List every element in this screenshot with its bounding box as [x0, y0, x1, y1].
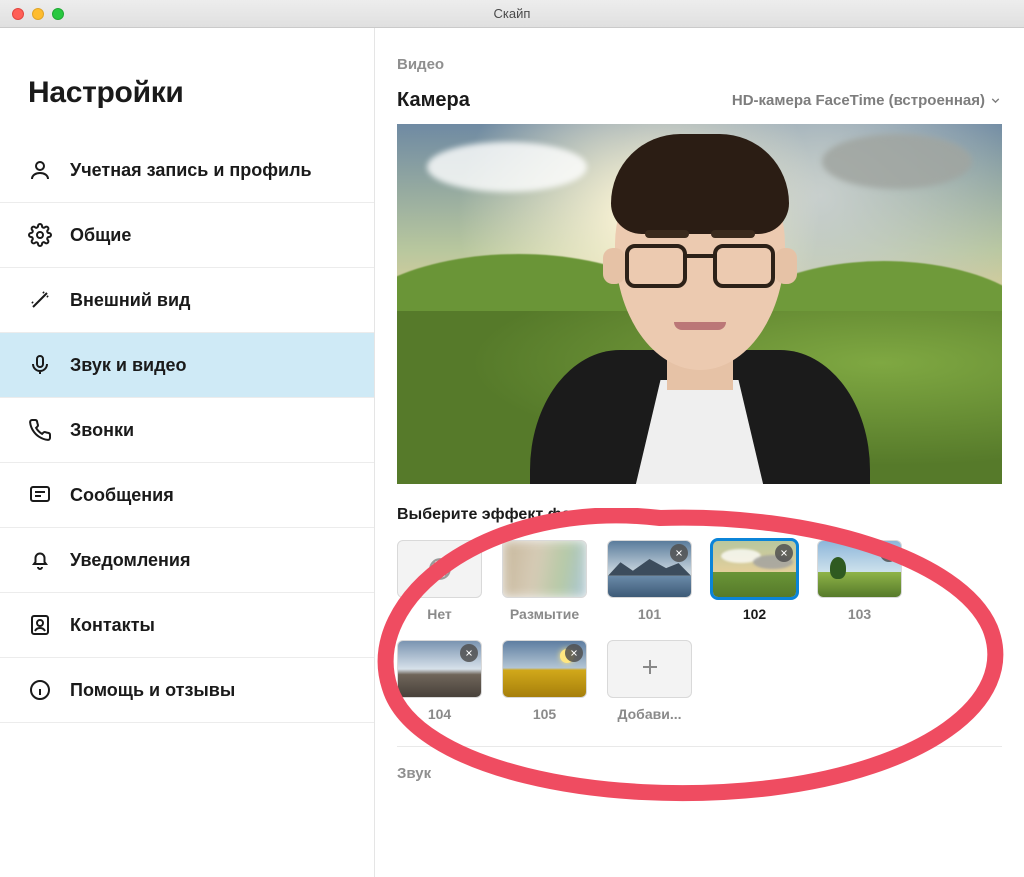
sidebar-item-label: Сообщения — [70, 484, 174, 507]
settings-content: Видео Камера HD-камера FaceTime (встроен… — [375, 28, 1024, 877]
sidebar-item-label: Учетная запись и профиль — [70, 159, 312, 182]
bg-option-label: Добави... — [617, 706, 681, 722]
window-title: Скайп — [0, 6, 1024, 21]
window-controls — [0, 8, 64, 20]
sidebar-item-label: Контакты — [70, 614, 155, 637]
sidebar-item-general[interactable]: Общие — [0, 203, 374, 268]
plus-icon — [638, 655, 662, 684]
bg-option-label: 103 — [848, 606, 871, 622]
bg-option-label: Размытие — [510, 606, 579, 622]
person-icon — [28, 158, 52, 182]
bg-option-label: 105 — [533, 706, 556, 722]
sidebar-item-notifications[interactable]: Уведомления — [0, 528, 374, 593]
sidebar-item-label: Звук и видео — [70, 354, 187, 377]
none-icon — [398, 541, 481, 597]
background-effects-heading: Выберите эффект фона — [397, 506, 1002, 524]
remove-bg-button[interactable] — [460, 644, 478, 662]
bg-option-blur[interactable]: Размытие — [502, 540, 587, 622]
bg-option-101[interactable]: 101 — [607, 540, 692, 622]
zoom-window-button[interactable] — [52, 8, 64, 20]
bg-option-add[interactable]: Добави... — [607, 640, 692, 722]
camera-heading: Камера — [397, 89, 470, 112]
camera-preview — [397, 124, 1002, 484]
contacts-icon — [28, 613, 52, 637]
bg-option-103[interactable]: 103 — [817, 540, 902, 622]
close-window-button[interactable] — [12, 8, 24, 20]
sidebar-item-label: Звонки — [70, 419, 134, 442]
sidebar-item-audio-video[interactable]: Звук и видео — [0, 333, 374, 398]
person-preview — [520, 140, 880, 484]
remove-bg-button[interactable] — [565, 644, 583, 662]
settings-menu: Учетная запись и профиль Общие Внешний в… — [0, 138, 374, 723]
bell-icon — [28, 548, 52, 572]
sidebar-item-calling[interactable]: Звонки — [0, 398, 374, 463]
bg-option-104[interactable]: 104 — [397, 640, 482, 722]
bg-option-label: Нет — [427, 606, 452, 622]
bg-option-105[interactable]: 105 — [502, 640, 587, 722]
gear-icon — [28, 223, 52, 247]
microphone-icon — [28, 353, 52, 377]
background-effects-grid: Нет Размытие 101 102 — [397, 540, 917, 722]
sidebar-item-label: Общие — [70, 224, 131, 247]
remove-bg-button[interactable] — [775, 544, 793, 562]
section-divider — [397, 746, 1002, 747]
minimize-window-button[interactable] — [32, 8, 44, 20]
sidebar-item-label: Уведомления — [70, 549, 191, 572]
chat-icon — [28, 483, 52, 507]
info-icon — [28, 678, 52, 702]
sidebar-title: Настройки — [0, 28, 374, 138]
audio-section-label: Звук — [397, 765, 1002, 782]
sidebar-item-label: Помощь и отзывы — [70, 679, 235, 702]
remove-bg-button[interactable] — [880, 544, 898, 562]
bg-option-label: 102 — [743, 606, 766, 622]
bg-option-label: 104 — [428, 706, 451, 722]
sidebar-item-help-feedback[interactable]: Помощь и отзывы — [0, 658, 374, 723]
camera-select-dropdown[interactable]: HD-камера FaceTime (встроенная) — [732, 92, 1002, 109]
camera-selected-value: HD-камера FaceTime (встроенная) — [732, 92, 985, 109]
bg-option-102[interactable]: 102 — [712, 540, 797, 622]
remove-bg-button[interactable] — [670, 544, 688, 562]
sidebar-item-messaging[interactable]: Сообщения — [0, 463, 374, 528]
settings-sidebar: Настройки Учетная запись и профиль Общие… — [0, 28, 375, 877]
sidebar-item-account[interactable]: Учетная запись и профиль — [0, 138, 374, 203]
wand-icon — [28, 288, 52, 312]
bg-option-label: 101 — [638, 606, 661, 622]
bg-option-none[interactable]: Нет — [397, 540, 482, 622]
sidebar-item-appearance[interactable]: Внешний вид — [0, 268, 374, 333]
sidebar-item-contacts[interactable]: Контакты — [0, 593, 374, 658]
titlebar: Скайп — [0, 0, 1024, 28]
sidebar-item-label: Внешний вид — [70, 289, 190, 312]
chevron-down-icon — [989, 94, 1002, 107]
phone-icon — [28, 418, 52, 442]
video-section-label: Видео — [397, 56, 1002, 73]
